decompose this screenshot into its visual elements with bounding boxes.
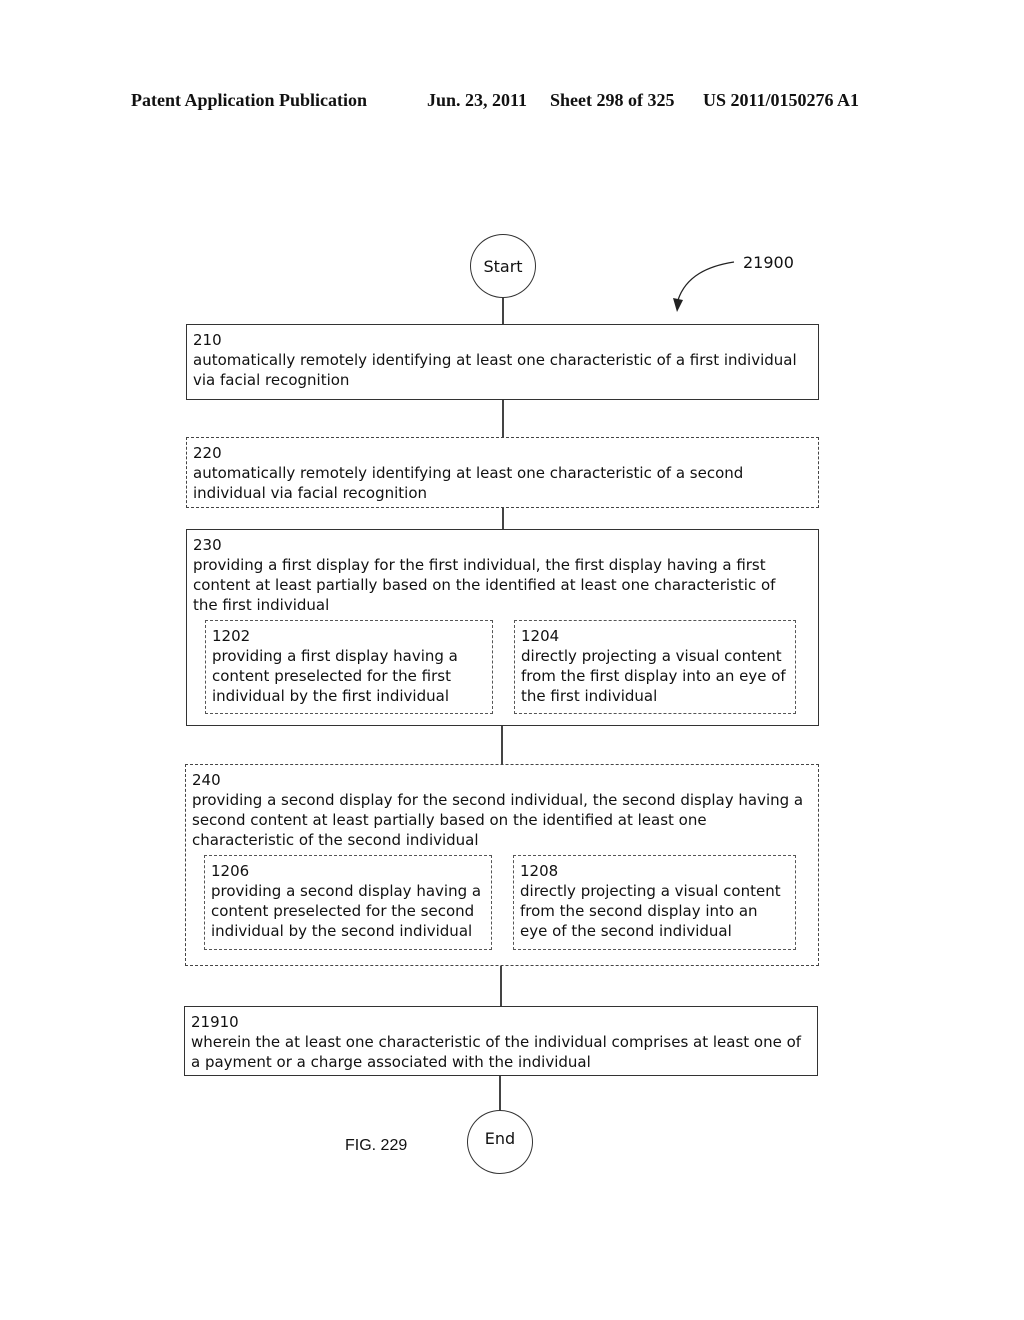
reference-arrow-icon: [673, 261, 735, 312]
step-210: 210 automatically remotely identifying a…: [186, 324, 819, 400]
step-number: 210: [193, 331, 222, 349]
connector-line: [501, 726, 503, 764]
step-text: wherein the at least one characteristic …: [191, 1033, 802, 1071]
step-21910: 21910 wherein the at least one character…: [184, 1006, 818, 1076]
patent-number: US 2011/0150276 A1: [703, 90, 860, 110]
figure-label: FIG. 229: [345, 1137, 408, 1154]
connector-line: [499, 1076, 501, 1111]
sheet-number: Sheet 298 of 325: [550, 90, 675, 110]
connector-line: [502, 298, 504, 324]
step-number: 230: [193, 536, 222, 554]
start-label: Start: [483, 256, 523, 276]
step-number: 240: [192, 771, 221, 789]
connector-line: [502, 508, 504, 529]
connector-line: [502, 400, 504, 437]
substep-number: 1202: [212, 627, 251, 645]
step-text: automatically remotely identifying at le…: [193, 464, 744, 502]
substep-number: 1208: [520, 862, 559, 880]
substep-number: 1204: [521, 627, 560, 645]
substep-text: providing a first display having a conte…: [212, 647, 458, 705]
end-label: End: [484, 1128, 516, 1148]
step-text: providing a first display for the first …: [193, 556, 776, 614]
substep-1204: 1204 directly projecting a visual conten…: [514, 620, 796, 714]
substep-text: providing a second display having a cont…: [211, 882, 482, 940]
step-number: 21910: [191, 1013, 239, 1031]
substep-1206: 1206 providing a second display having a…: [204, 855, 492, 950]
publication-label: Patent Application Publication: [131, 90, 368, 110]
publication-date: Jun. 23, 2011: [427, 90, 528, 110]
substep-text: directly projecting a visual content fro…: [521, 647, 786, 705]
end-terminal: End: [467, 1110, 533, 1174]
step-220: 220 automatically remotely identifying a…: [186, 437, 819, 508]
substep-number: 1206: [211, 862, 250, 880]
reference-number: 21900: [743, 253, 794, 272]
start-terminal: Start: [470, 234, 536, 298]
substep-text: directly projecting a visual content fro…: [520, 882, 781, 940]
substep-1208: 1208 directly projecting a visual conten…: [513, 855, 796, 950]
step-number: 220: [193, 444, 222, 462]
connector-line: [500, 966, 502, 1006]
step-text: automatically remotely identifying at le…: [193, 351, 797, 389]
step-text: providing a second display for the secon…: [192, 791, 804, 849]
substep-1202: 1202 providing a first display having a …: [205, 620, 493, 714]
